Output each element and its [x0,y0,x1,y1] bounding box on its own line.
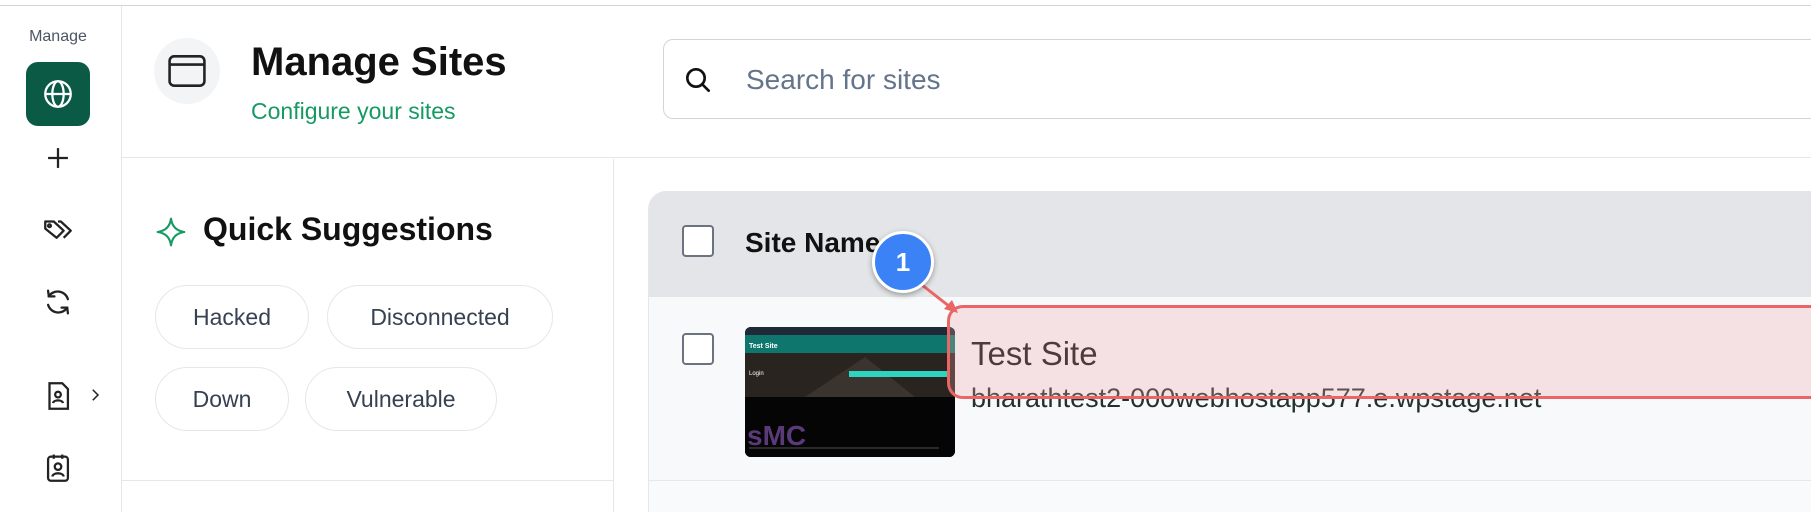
chip-hacked[interactable]: Hacked [155,285,309,349]
plus-icon [48,148,68,168]
row-checkbox[interactable] [682,333,714,365]
sparkle-icon [156,217,186,247]
sidebar-item-reports[interactable] [26,364,90,428]
sidebar-item-add[interactable] [26,126,90,190]
page-header: Manage Sites Configure your sites [122,6,1811,158]
page-title: Manage Sites [251,40,507,84]
browser-window-icon [154,38,220,104]
sidebar-item-clients[interactable] [26,436,90,500]
search-input[interactable] [746,60,1646,100]
chip-down[interactable]: Down [155,367,289,431]
select-all-checkbox[interactable] [682,225,714,257]
sidebar-rail: Manage [0,6,122,512]
step-badge: 1 [872,231,934,293]
thumbnail-banner-text: Test Site [749,343,778,350]
sidebar-item-sites[interactable] [26,62,90,126]
site-thumbnail[interactable]: Test Site Login sMC [745,327,955,457]
page-subtitle: Configure your sites [251,98,456,124]
search-bar[interactable] [663,39,1811,119]
highlight-box [947,305,1811,399]
globe-icon [44,80,72,108]
quick-suggestions-panel: Quick Suggestions Hacked Disconnected Do… [122,159,614,512]
table-header: Site Name [649,191,1811,297]
search-icon [686,68,710,92]
contact-icon [46,454,70,482]
thumbnail-login-text: Login [749,371,764,377]
quick-suggestions-title: Quick Suggestions [203,211,493,247]
chevron-right-icon[interactable] [86,386,104,404]
chip-disconnected[interactable]: Disconnected [327,285,553,349]
report-icon [48,382,70,410]
chip-vulnerable[interactable]: Vulnerable [305,367,497,431]
thumbnail-logo-text: sMC [747,420,806,451]
sidebar-item-tags[interactable] [26,198,90,262]
sidebar-section-label: Manage [29,28,87,45]
refresh-icon [46,289,70,315]
column-header-site-name[interactable]: Site Name [745,227,880,259]
sidebar-item-sync[interactable] [26,270,90,334]
tags-icon [44,220,72,239]
panel-divider [122,480,614,481]
